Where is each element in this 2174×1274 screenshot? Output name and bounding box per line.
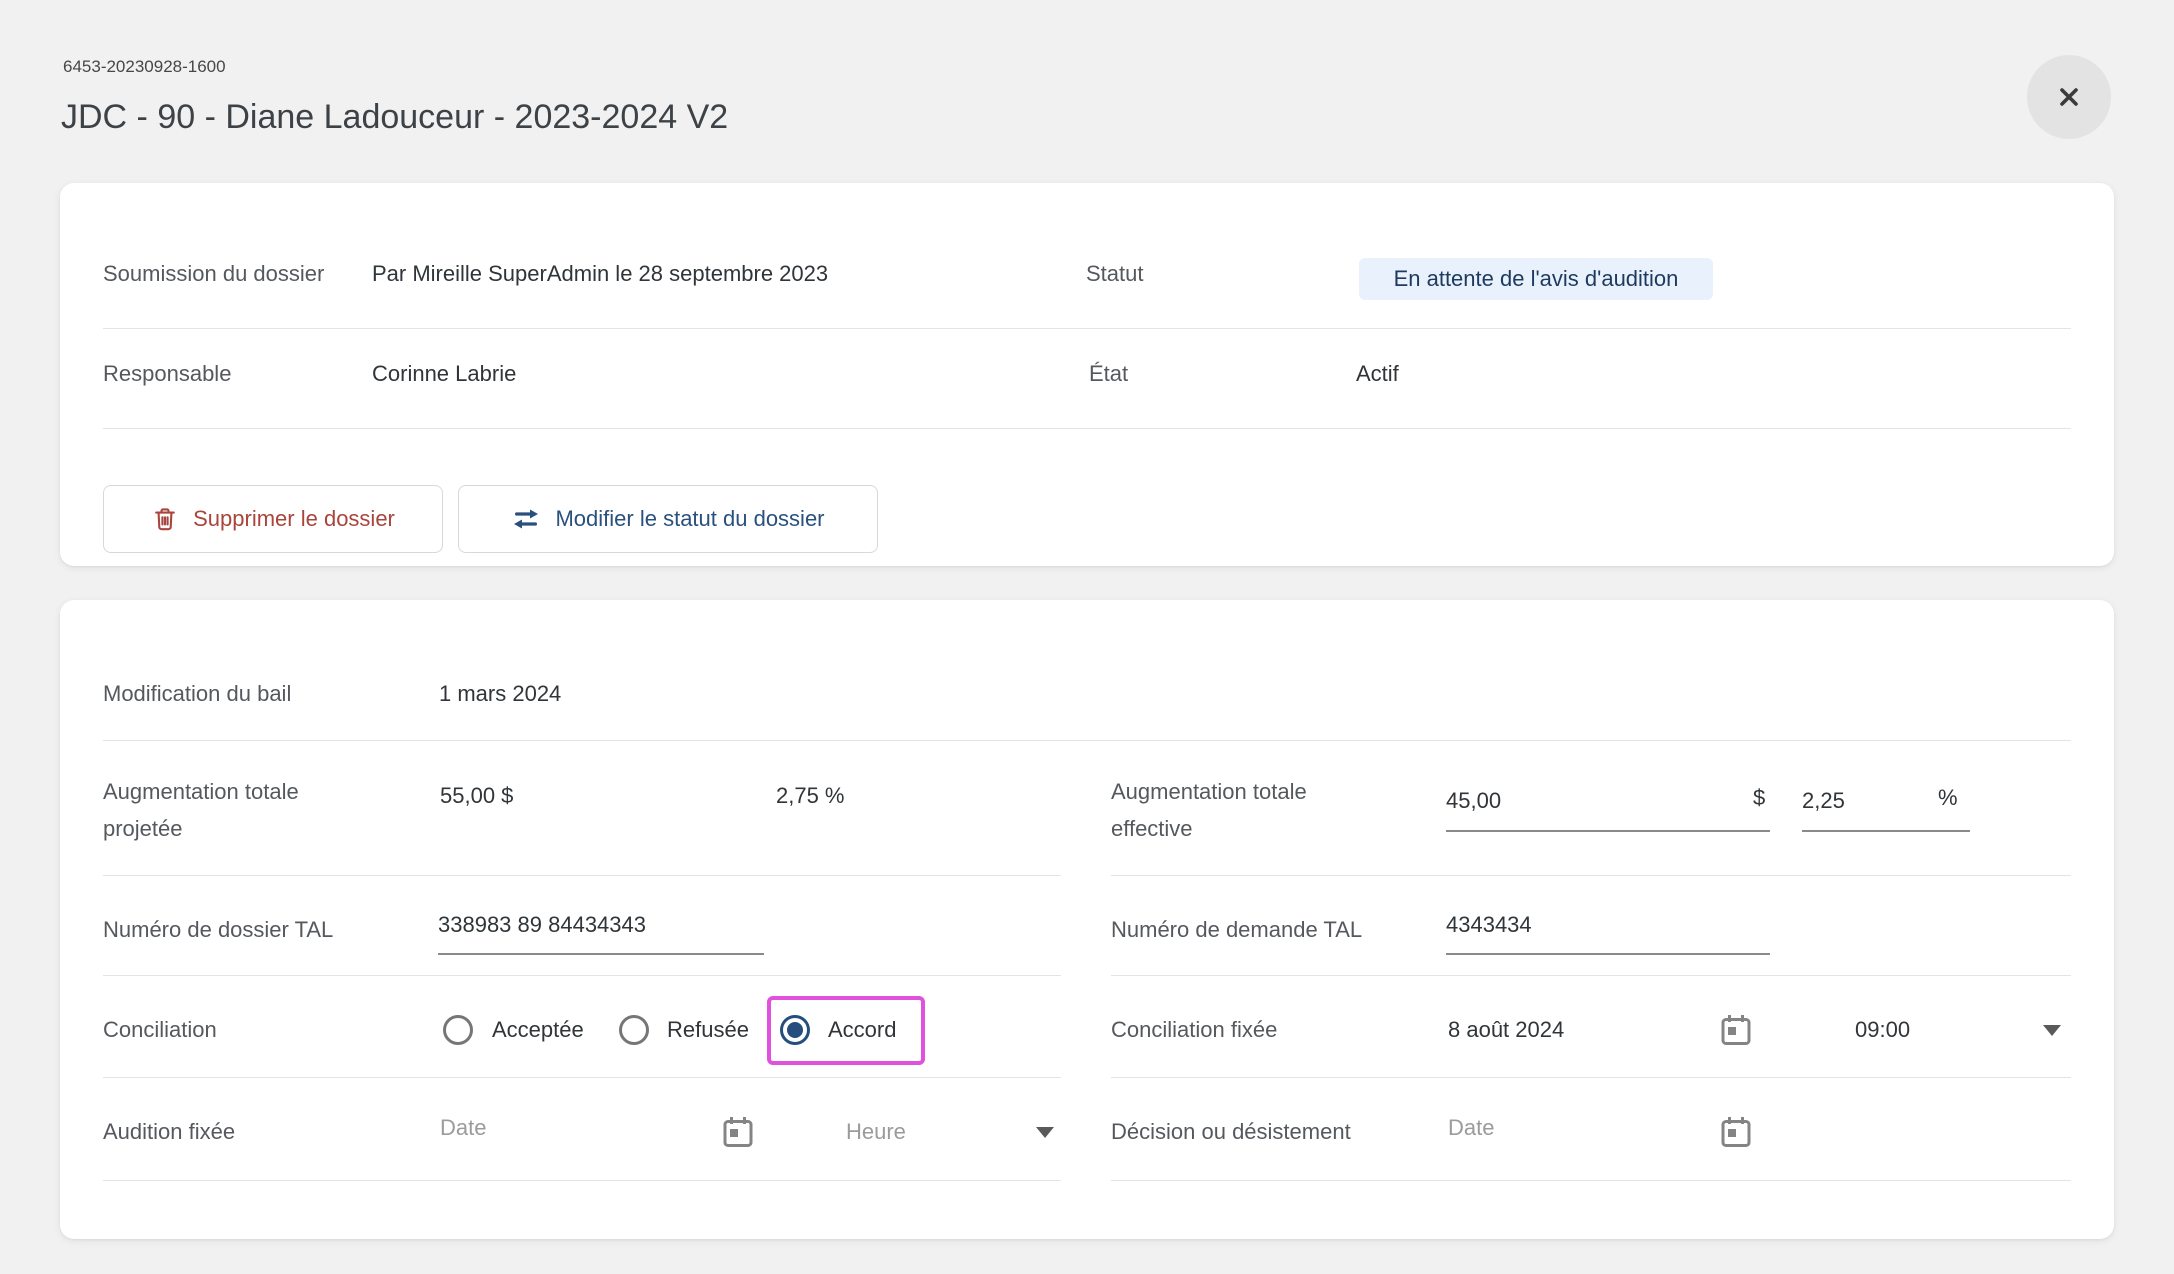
projected-increase-percent: 2,75 % bbox=[776, 783, 845, 809]
chevron-down-icon bbox=[1036, 1127, 1054, 1138]
delete-dossier-label: Supprimer le dossier bbox=[193, 506, 395, 532]
trash-icon bbox=[151, 505, 179, 533]
state-value: Actif bbox=[1356, 361, 1399, 387]
audition-fixed-label: Audition fixée bbox=[103, 1119, 235, 1145]
row-divider bbox=[103, 875, 1061, 876]
conciliation-radio-acceptee-label[interactable]: Acceptée bbox=[492, 1017, 584, 1043]
status-badge: En attente de l'avis d'audition bbox=[1359, 258, 1713, 300]
tal-request-number-label: Numéro de demande TAL bbox=[1111, 917, 1362, 943]
calendar-icon[interactable] bbox=[720, 1114, 756, 1150]
chevron-down-icon bbox=[2043, 1025, 2061, 1036]
audition-date-input[interactable] bbox=[440, 1115, 680, 1141]
effective-amount-input[interactable] bbox=[1446, 772, 1770, 832]
responsible-value: Corinne Labrie bbox=[372, 361, 516, 387]
responsible-label: Responsable bbox=[103, 361, 231, 387]
tal-file-number-label: Numéro de dossier TAL bbox=[103, 917, 333, 943]
projected-increase-label-line1: Augmentation totale bbox=[103, 779, 299, 805]
effective-percent-suffix: % bbox=[1938, 785, 1958, 811]
dossier-detail-page: 6453-20230928-1600 JDC - 90 - Diane Lado… bbox=[0, 0, 2174, 1274]
delete-dossier-button[interactable]: Supprimer le dossier bbox=[103, 485, 443, 553]
calendar-icon[interactable] bbox=[1718, 1114, 1754, 1150]
close-icon bbox=[2052, 80, 2086, 114]
details-card: Modification du bail 1 mars 2024 Augment… bbox=[60, 600, 2114, 1239]
row-divider bbox=[103, 428, 2071, 429]
conciliation-radio-refusee-label[interactable]: Refusée bbox=[667, 1017, 749, 1043]
change-status-label: Modifier le statut du dossier bbox=[555, 506, 824, 532]
state-label: État bbox=[1089, 361, 1128, 387]
conciliation-radio-accord[interactable] bbox=[780, 1015, 810, 1045]
projected-increase-label-line2: projetée bbox=[103, 816, 183, 842]
conciliation-fixed-label: Conciliation fixée bbox=[1111, 1017, 1277, 1043]
tal-request-number-input[interactable] bbox=[1446, 896, 1770, 955]
close-button[interactable] bbox=[2027, 55, 2111, 139]
conciliation-time-select[interactable]: 09:00 bbox=[1855, 1017, 2115, 1049]
swap-arrows-icon bbox=[511, 504, 541, 534]
conciliation-fixed-date[interactable]: 8 août 2024 bbox=[1448, 1017, 1564, 1043]
conciliation-radio-refusee[interactable] bbox=[619, 1015, 649, 1045]
conciliation-label: Conciliation bbox=[103, 1017, 217, 1043]
row-divider bbox=[103, 975, 1061, 976]
submission-value: Par Mireille SuperAdmin le 28 septembre … bbox=[372, 261, 828, 287]
conciliation-radio-acceptee[interactable] bbox=[443, 1015, 473, 1045]
audition-time-select[interactable]: Heure bbox=[846, 1119, 1056, 1151]
conciliation-time-value: 09:00 bbox=[1855, 1017, 1910, 1043]
row-divider bbox=[1111, 875, 2071, 876]
decision-label: Décision ou désistement bbox=[1111, 1119, 1351, 1145]
row-divider bbox=[103, 328, 2071, 329]
lease-modification-label: Modification du bail bbox=[103, 681, 291, 707]
effective-increase-label-line1: Augmentation totale bbox=[1111, 779, 1307, 805]
row-divider bbox=[103, 1077, 1061, 1078]
conciliation-radio-accord-label[interactable]: Accord bbox=[828, 1017, 896, 1043]
status-label: Statut bbox=[1086, 261, 1143, 287]
decision-date-input[interactable] bbox=[1448, 1115, 1688, 1141]
page-title: JDC - 90 - Diane Ladouceur - 2023-2024 V… bbox=[61, 98, 728, 137]
dossier-id: 6453-20230928-1600 bbox=[63, 57, 226, 77]
summary-card: Soumission du dossier Par Mireille Super… bbox=[60, 183, 2114, 566]
calendar-icon[interactable] bbox=[1718, 1012, 1754, 1048]
row-divider bbox=[1111, 1180, 2071, 1181]
lease-modification-value: 1 mars 2024 bbox=[439, 681, 561, 707]
projected-increase-amount: 55,00 $ bbox=[440, 783, 513, 809]
row-divider bbox=[1111, 975, 2071, 976]
effective-increase-label-line2: effective bbox=[1111, 816, 1193, 842]
row-divider bbox=[1111, 1077, 2071, 1078]
row-divider bbox=[103, 740, 2071, 741]
audition-time-placeholder: Heure bbox=[846, 1119, 906, 1145]
submission-label: Soumission du dossier bbox=[103, 261, 324, 287]
row-divider bbox=[103, 1180, 1061, 1181]
effective-amount-suffix: $ bbox=[1753, 785, 1765, 811]
tal-file-number-input[interactable] bbox=[438, 896, 764, 955]
change-status-button[interactable]: Modifier le statut du dossier bbox=[458, 485, 878, 553]
